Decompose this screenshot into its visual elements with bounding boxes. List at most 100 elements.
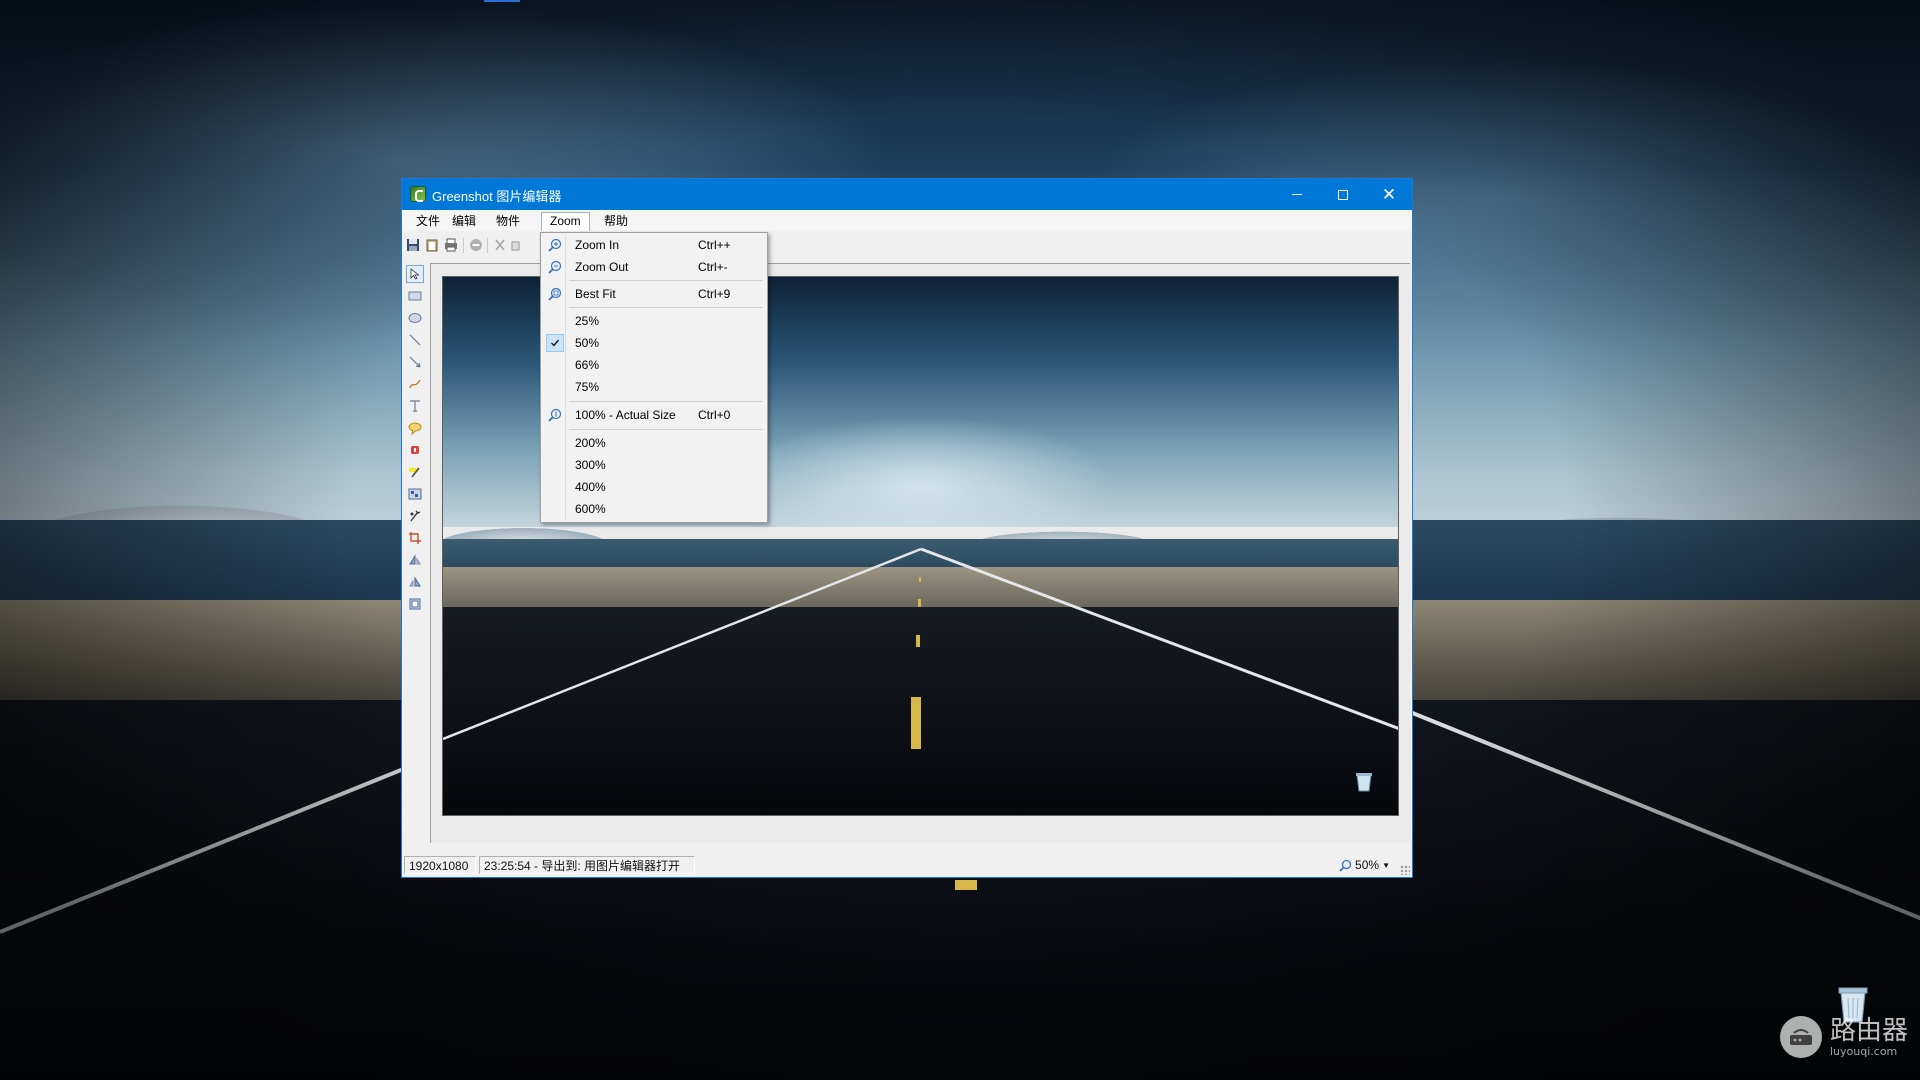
zoom-25-label: 25% <box>575 314 600 328</box>
image-dimensions: 1920x1080 <box>404 856 476 874</box>
window-title: Greenshot 图片编辑器 <box>432 189 562 204</box>
delete-button[interactable] <box>468 237 484 253</box>
print-button[interactable] <box>443 237 459 253</box>
menu-bar: 文件 编辑 物件 Zoom 帮助 <box>402 210 1412 231</box>
zoom-200-label: 200% <box>575 436 606 450</box>
zoom-50-label: 50% <box>575 336 600 350</box>
print-icon <box>445 238 457 252</box>
menu-edit[interactable]: 编辑 <box>444 212 484 231</box>
checkmark-icon <box>546 334 564 352</box>
zoom-out-shortcut: Ctrl+- <box>698 260 728 274</box>
copy-icon <box>511 241 520 251</box>
effects-icon <box>410 510 421 522</box>
select-tool-button[interactable] <box>406 265 424 283</box>
best-fit-shortcut: Ctrl+9 <box>698 287 731 301</box>
rotate-cw-icon <box>409 554 421 565</box>
freehand-tool-button[interactable] <box>406 375 424 393</box>
zoom-300-label: 300% <box>575 458 606 472</box>
select-icon <box>410 268 420 280</box>
watermark-url: luyouqi.com <box>1830 1044 1898 1058</box>
zoom-400-item[interactable]: 400% <box>543 477 765 497</box>
toolbar-separator <box>463 238 464 253</box>
zoom-out-icon <box>546 258 564 276</box>
zoom-in-label: Zoom In <box>575 238 620 252</box>
zoom-out-item[interactable]: Zoom Out Ctrl+- <box>543 257 765 277</box>
menu-file[interactable]: 文件 <box>408 212 448 231</box>
highlight-tool-button[interactable] <box>406 463 424 481</box>
stepcounter-tool-button[interactable] <box>406 441 424 459</box>
zoom-in-item[interactable]: Zoom In Ctrl++ <box>543 235 765 255</box>
stepcounter-icon <box>411 446 419 454</box>
menu-separator <box>569 280 763 281</box>
menu-separator <box>569 401 763 402</box>
menu-object[interactable]: 物件 <box>488 212 528 231</box>
minimize-button[interactable] <box>1274 179 1320 210</box>
site-watermark: 路由器 luyouqi.com <box>1780 1016 1908 1058</box>
highlight-icon <box>409 467 420 478</box>
zoom-66-item[interactable]: 66% <box>543 355 765 375</box>
cut-button[interactable] <box>492 237 508 253</box>
zoom-75-label: 75% <box>575 380 600 394</box>
minimize-icon <box>1292 194 1302 195</box>
zoom-75-item[interactable]: 75% <box>543 377 765 397</box>
chevron-down-icon: ▼ <box>1382 860 1390 870</box>
zoom-400-label: 400% <box>575 480 606 494</box>
zoom-600-label: 600% <box>575 502 606 516</box>
text-tool-button[interactable] <box>406 397 424 415</box>
crop-tool-button[interactable] <box>406 529 424 547</box>
zoom-fit-icon <box>546 285 564 303</box>
speechbubble-tool-button[interactable] <box>406 419 424 437</box>
zoom-50-item[interactable]: 50% <box>543 333 765 353</box>
zoom-200-item[interactable]: 200% <box>543 433 765 453</box>
menu-help[interactable]: 帮助 <box>596 212 636 231</box>
status-message: 23:25:54 - 导出到: 用图片编辑器打开 <box>479 856 695 874</box>
text-icon <box>410 400 420 412</box>
save-button[interactable] <box>405 237 421 253</box>
rectangle-tool-button[interactable] <box>406 287 424 305</box>
best-fit-label: Best Fit <box>575 287 616 301</box>
cut-icon <box>495 239 505 251</box>
watermark-title: 路由器 <box>1830 1015 1909 1046</box>
maximize-button[interactable] <box>1320 179 1366 210</box>
menu-separator <box>569 429 763 430</box>
close-icon: ✕ <box>1381 185 1397 204</box>
line-icon <box>409 334 421 346</box>
effects-tool-button[interactable] <box>406 507 424 525</box>
drawing-tools-panel <box>402 263 428 843</box>
ellipse-icon <box>408 313 422 323</box>
zoom-out-label: Zoom Out <box>575 260 629 274</box>
rotate-ccw-icon <box>409 576 421 587</box>
zoom-level-value: 50% <box>1355 858 1380 872</box>
zoom-actual-icon <box>546 406 564 424</box>
recycle-bin-icon <box>1356 773 1372 792</box>
resize-grip[interactable] <box>1400 865 1410 875</box>
zoom-300-item[interactable]: 300% <box>543 455 765 475</box>
clipboard-button[interactable] <box>424 237 440 253</box>
menu-zoom[interactable]: Zoom <box>541 212 590 231</box>
freehand-icon <box>409 379 421 389</box>
magnifier-icon <box>1339 859 1352 872</box>
zoom-actual-size-label: 100% - Actual Size <box>575 408 676 422</box>
arrow-tool-button[interactable] <box>406 353 424 371</box>
crop-icon <box>409 532 421 544</box>
copy-button[interactable] <box>509 237 525 253</box>
arrow-icon <box>409 356 421 368</box>
speechbubble-icon <box>408 422 422 435</box>
zoom-actual-size-item[interactable]: 100% - Actual Size Ctrl+0 <box>543 405 765 425</box>
zoom-25-item[interactable]: 25% <box>543 311 765 331</box>
menu-separator <box>569 307 763 308</box>
best-fit-item[interactable]: Best Fit Ctrl+9 <box>543 284 765 304</box>
title-bar[interactable]: Greenshot 图片编辑器 ✕ <box>402 179 1412 210</box>
resize-tool-button[interactable] <box>406 595 424 613</box>
line-tool-button[interactable] <box>406 331 424 349</box>
rotate-cw-tool-button[interactable] <box>406 551 424 569</box>
obfuscate-tool-button[interactable] <box>406 485 424 503</box>
resize-icon <box>409 598 421 610</box>
ellipse-tool-button[interactable] <box>406 309 424 327</box>
close-button[interactable]: ✕ <box>1366 179 1412 210</box>
zoom-level-dropdown[interactable]: 50% ▼ <box>1339 858 1390 872</box>
toolbar-separator <box>487 238 488 253</box>
zoom-600-item[interactable]: 600% <box>543 499 765 519</box>
status-bar: 1920x1080 23:25:54 - 导出到: 用图片编辑器打开 50% ▼ <box>402 853 1412 877</box>
rotate-ccw-tool-button[interactable] <box>406 573 424 591</box>
